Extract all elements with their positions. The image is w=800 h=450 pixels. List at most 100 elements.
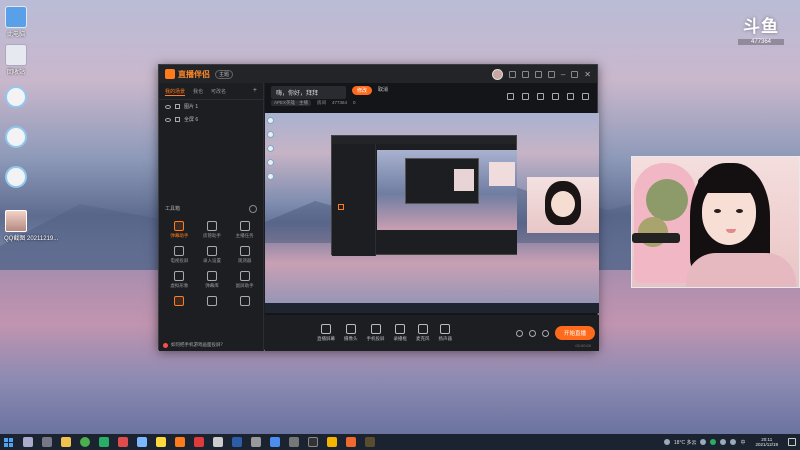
settings-icon[interactable] xyxy=(552,93,559,100)
help-notice[interactable]: 如何把手机游戏画面投屏？ xyxy=(159,339,264,351)
tool-label: 虚拟形象 xyxy=(170,283,189,288)
tool-item[interactable]: 副屏助手 xyxy=(228,271,261,289)
app-logo: 直播伴侣 xyxy=(165,69,210,80)
desktop-icon-chat-3[interactable] xyxy=(4,166,28,188)
save-icon[interactable] xyxy=(507,93,514,100)
app-icon[interactable] xyxy=(289,437,299,447)
tab-2[interactable]: 我也 xyxy=(193,88,203,96)
room-title-input[interactable]: 嗨，你好，拜拜 xyxy=(271,86,346,99)
app-icon[interactable] xyxy=(365,437,375,447)
eye-icon[interactable] xyxy=(165,117,171,122)
share-icon[interactable] xyxy=(582,93,589,100)
edit-title-button[interactable]: 修改 xyxy=(352,86,373,95)
ime-indicator[interactable]: 中 xyxy=(740,439,745,446)
tray-icon[interactable] xyxy=(700,439,707,445)
close-icon[interactable]: ✕ xyxy=(584,70,591,79)
room-label: 房间 xyxy=(317,100,327,105)
wechat-tray-icon[interactable] xyxy=(710,439,717,445)
camera-button[interactable]: 摄像头 xyxy=(344,324,358,342)
app-icon[interactable] xyxy=(213,437,223,447)
desktop-icon-recycle-bin[interactable]: 回收站 xyxy=(4,44,28,76)
tool-item[interactable]: 电视投屏 xyxy=(163,246,196,264)
app-icon[interactable] xyxy=(118,437,128,447)
app-icon[interactable] xyxy=(156,437,166,447)
add-scene-icon[interactable]: + xyxy=(253,87,257,96)
clock[interactable]: 20:11 2021/12/19 xyxy=(755,437,778,447)
microphone-button[interactable]: 麦克风 xyxy=(416,324,430,342)
bell-icon[interactable] xyxy=(567,93,574,100)
tab-my-scenes[interactable]: 我的场景 xyxy=(165,88,186,96)
toolbox-collapse-icon[interactable] xyxy=(249,205,257,213)
tool-item[interactable] xyxy=(163,296,196,308)
desktop-icon-chat-2[interactable] xyxy=(4,126,28,148)
shirt-icon[interactable] xyxy=(534,70,542,78)
file-explorer-icon[interactable] xyxy=(61,437,71,447)
phone-cast-button[interactable]: 手机投屏 xyxy=(367,324,385,342)
weather-icon xyxy=(663,439,670,445)
fullscreen-source-icon xyxy=(175,117,180,122)
screen-icon[interactable] xyxy=(521,70,529,78)
lock-icon[interactable] xyxy=(522,93,529,100)
speaker-button[interactable]: 扬声器 xyxy=(439,324,452,342)
volume-icon[interactable] xyxy=(730,439,737,445)
screenshot-file-icon xyxy=(5,210,27,232)
app-icon[interactable] xyxy=(327,437,337,447)
theme-badge[interactable]: 主题 xyxy=(215,69,234,79)
steam-icon[interactable] xyxy=(232,437,242,447)
record-box-button[interactable]: 录播框 xyxy=(394,324,407,342)
eye-icon[interactable] xyxy=(528,329,536,337)
scene-item[interactable]: 图片 1 xyxy=(159,100,263,113)
eye-icon[interactable] xyxy=(165,104,171,109)
start-button[interactable] xyxy=(4,437,13,447)
tool-item[interactable]: 虚拟形象 xyxy=(163,271,196,289)
tool-item[interactable]: 录入设置 xyxy=(196,246,229,264)
app-icon[interactable] xyxy=(346,437,356,447)
menu-icon[interactable] xyxy=(547,70,555,78)
app-icon[interactable] xyxy=(270,437,280,447)
tool-item[interactable]: 主播任务 xyxy=(228,221,261,239)
scene-label: 全屏 6 xyxy=(184,117,199,123)
wechat-icon[interactable] xyxy=(99,437,109,447)
maximize-icon[interactable] xyxy=(571,70,579,78)
monitor-icon xyxy=(239,246,250,256)
header-actions xyxy=(507,93,589,100)
app-icon[interactable] xyxy=(251,437,261,447)
chat-app-icon xyxy=(5,126,27,148)
cancel-button[interactable]: 取消 xyxy=(378,86,388,93)
plush-toy xyxy=(646,179,688,221)
stream-preview[interactable] xyxy=(265,113,599,313)
tool-item[interactable] xyxy=(196,296,229,308)
tool-item[interactable] xyxy=(228,296,261,308)
app-icon[interactable] xyxy=(137,437,147,447)
go-live-button[interactable]: 开始直播 xyxy=(554,326,595,340)
danmu-icon xyxy=(174,221,185,231)
notification-icon[interactable] xyxy=(788,438,796,446)
tool-item[interactable]: 观测器 xyxy=(228,246,261,264)
minimize-icon[interactable]: – xyxy=(561,70,565,79)
search-icon[interactable] xyxy=(23,437,33,447)
message-icon[interactable] xyxy=(508,70,516,78)
record-icon[interactable] xyxy=(515,329,523,337)
tool-item[interactable]: 房管助手 xyxy=(196,221,229,239)
live-companion-taskbar-icon[interactable] xyxy=(175,437,185,447)
app-icon[interactable] xyxy=(308,437,318,447)
tab-3[interactable]: 可改名 xyxy=(211,88,226,96)
network-icon[interactable] xyxy=(720,439,727,445)
category-selector[interactable]: APEX英雄 · 主播 xyxy=(271,100,312,106)
desktop-icon-chat-1[interactable] xyxy=(4,86,28,108)
weather-text[interactable]: 18°C 多云 xyxy=(674,439,697,446)
chrome-icon[interactable] xyxy=(80,437,90,447)
app-icon[interactable] xyxy=(194,437,204,447)
tool-item[interactable]: 弹幕助手 xyxy=(163,221,196,239)
desktop-icon-this-pc[interactable]: 此电脑 xyxy=(4,6,28,38)
task-view-icon[interactable] xyxy=(42,437,52,447)
desktop-icon-screenshot[interactable]: QQ截图 20211219... xyxy=(4,210,58,242)
scene-item[interactable]: 全屏 6 xyxy=(159,113,263,126)
tool-item[interactable]: 弹幕库 xyxy=(196,271,229,289)
layout-icon[interactable] xyxy=(537,93,544,100)
screen-capture-button[interactable]: 直播屏幕 xyxy=(317,324,335,342)
user-avatar[interactable] xyxy=(491,68,503,80)
gear-icon[interactable] xyxy=(541,329,549,337)
room-admin-icon xyxy=(206,221,217,231)
desktop-icon-label: 此电脑 xyxy=(6,32,25,38)
